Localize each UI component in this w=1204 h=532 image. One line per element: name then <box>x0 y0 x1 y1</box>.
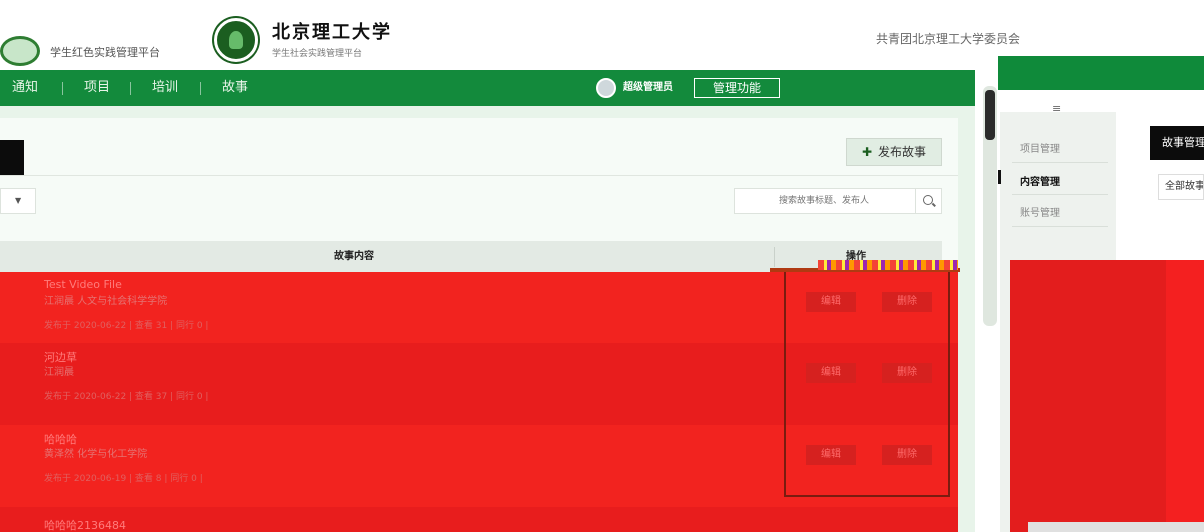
management-button[interactable]: 管理功能 <box>694 78 780 98</box>
sidebar-item-content[interactable]: 内容管理 <box>1020 173 1060 188</box>
organization-link[interactable]: 共青团北京理工大学委员会 <box>876 30 1020 47</box>
story-meta: 发布于 2020-06-22 | 查看 37 | 同行 0 | <box>44 392 209 402</box>
sidebar-item-projects[interactable]: 项目管理 <box>1020 140 1060 155</box>
panel-tab-marker <box>0 140 24 176</box>
column-header-content: 故事内容 <box>334 251 374 262</box>
search-icon[interactable] <box>915 189 941 213</box>
university-emblem-icon <box>214 18 258 62</box>
sidebar-item-accounts[interactable]: 账号管理 <box>1020 204 1060 219</box>
actions-column-frame <box>784 272 950 497</box>
active-indicator <box>998 170 1001 184</box>
bottom-bar <box>1028 522 1204 532</box>
column-separator <box>774 247 775 267</box>
divider <box>1012 162 1108 163</box>
nav-separator <box>62 82 63 95</box>
scrollbar-thumb[interactable] <box>985 90 995 140</box>
divider <box>1012 226 1108 227</box>
nav-item-notices[interactable]: 通知 <box>12 70 38 106</box>
story-meta: 发布于 2020-06-19 | 查看 8 | 同行 0 | <box>44 474 203 484</box>
nav-item-stories[interactable]: 故事 <box>222 70 248 106</box>
story-author: 江润晨 人文与社会科学学院 <box>44 296 168 307</box>
nav-separator <box>200 82 201 95</box>
avatar[interactable] <box>596 78 616 98</box>
publish-story-label: 发布故事 <box>878 145 927 159</box>
category-select[interactable]: ▼ <box>0 188 36 214</box>
story-filter-select[interactable]: 全部故事 <box>1158 174 1204 200</box>
tab-story-management[interactable]: 故事管理 <box>1150 126 1204 160</box>
nav-separator <box>130 82 131 95</box>
table-row: 哈哈哈2136484 <box>0 507 958 532</box>
university-name: 北京理工大学 <box>272 22 392 43</box>
story-author: 江润晨 <box>44 367 74 378</box>
divider <box>1012 194 1108 195</box>
rendering-glitch <box>818 260 958 270</box>
nav-item-training[interactable]: 培训 <box>152 70 178 106</box>
publish-story-button[interactable]: ✚ 发布故事 <box>846 138 942 166</box>
red-overlay-stripe <box>1166 260 1204 532</box>
search-box <box>734 188 942 214</box>
caret-down-icon: ▼ <box>15 196 22 205</box>
divider <box>0 175 958 176</box>
red-overlay-region <box>1010 260 1204 532</box>
plus-icon: ✚ <box>861 145 873 159</box>
menu-icon[interactable]: ≡ <box>1052 102 1061 115</box>
admin-label[interactable]: 超级管理员 <box>623 70 673 106</box>
story-title[interactable]: 哈哈哈2136484 <box>44 517 126 532</box>
nav-item-projects[interactable]: 项目 <box>84 70 110 106</box>
overlay-green-strip <box>998 56 1204 90</box>
story-title[interactable]: Test Video File <box>44 278 122 291</box>
main-nav: 通知 项目 培训 故事 超级管理员 管理功能 <box>0 70 975 106</box>
system-name: 学生红色实践管理平台 <box>50 46 160 59</box>
platform-logo-icon <box>0 36 40 66</box>
university-subtitle: 学生社会实践管理平台 <box>272 49 363 59</box>
story-author: 黄泽然 化学与化工学院 <box>44 449 148 460</box>
search-input[interactable] <box>735 189 915 213</box>
story-meta: 发布于 2020-06-22 | 查看 31 | 同行 0 | <box>44 321 209 331</box>
